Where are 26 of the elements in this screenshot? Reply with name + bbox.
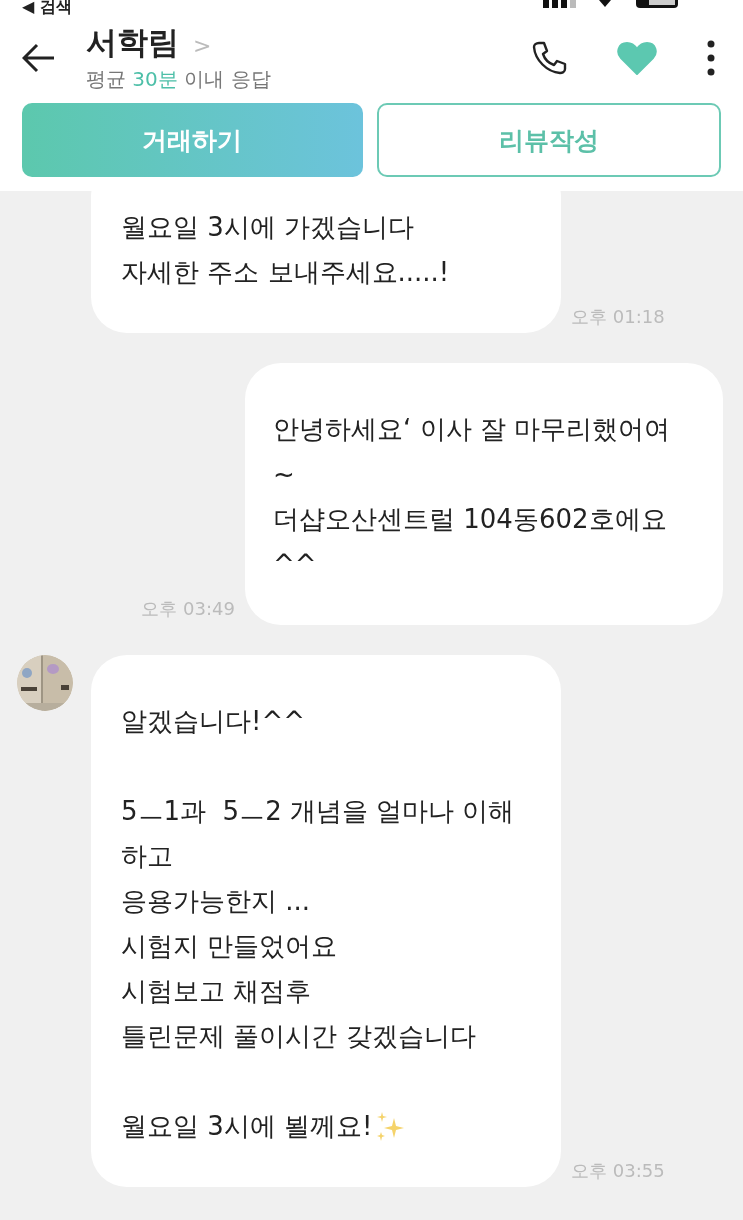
- message-text: 알겠습니다!^^: [121, 705, 306, 738]
- message-text: ^^: [273, 548, 318, 581]
- back-arrow-icon[interactable]: [22, 42, 56, 73]
- wifi-icon: [599, 0, 611, 8]
- message-text: ~: [273, 458, 296, 491]
- back-label[interactable]: ◀ 검색: [22, 0, 72, 16]
- more-icon[interactable]: [707, 39, 715, 76]
- message-text: 5ㅡ1과 5ㅡ2 개념을 얼마나 이해: [121, 795, 516, 828]
- message-text: 하고: [121, 840, 174, 873]
- message-text: 시험지 만들었어요: [121, 930, 339, 963]
- chevron[interactable]: >: [193, 33, 212, 58]
- phone-icon[interactable]: [531, 40, 567, 75]
- message-text: 자세한 주소 보내주세요.....!: [121, 256, 451, 289]
- message-text: 틀린문제 풀이시간 갖겠습니다: [121, 1020, 477, 1053]
- battery-icon: [633, 0, 681, 8]
- trade-button[interactable]: 거래하기: [22, 103, 363, 177]
- message-text: 더샵오산센트럴 104동602호에요: [273, 503, 668, 536]
- message-text: 안녕하세요‘ 이사 잘 마무리했어여: [273, 413, 672, 446]
- signal-icon: [543, 0, 577, 8]
- message-text: 월요일 3시에 가겠습니다: [121, 211, 416, 244]
- message-text: 시험보고 채점후: [121, 975, 313, 1008]
- review-button[interactable]: 리뷰작성: [376, 103, 721, 177]
- response-time-text: 평균 30분 이내 응답: [86, 66, 272, 93]
- contact-name: 서학림: [86, 23, 179, 62]
- message-text: 월요일 3시에 뵐께요!: [121, 1104, 531, 1149]
- message-text: 응용가능한지 ...: [121, 885, 312, 918]
